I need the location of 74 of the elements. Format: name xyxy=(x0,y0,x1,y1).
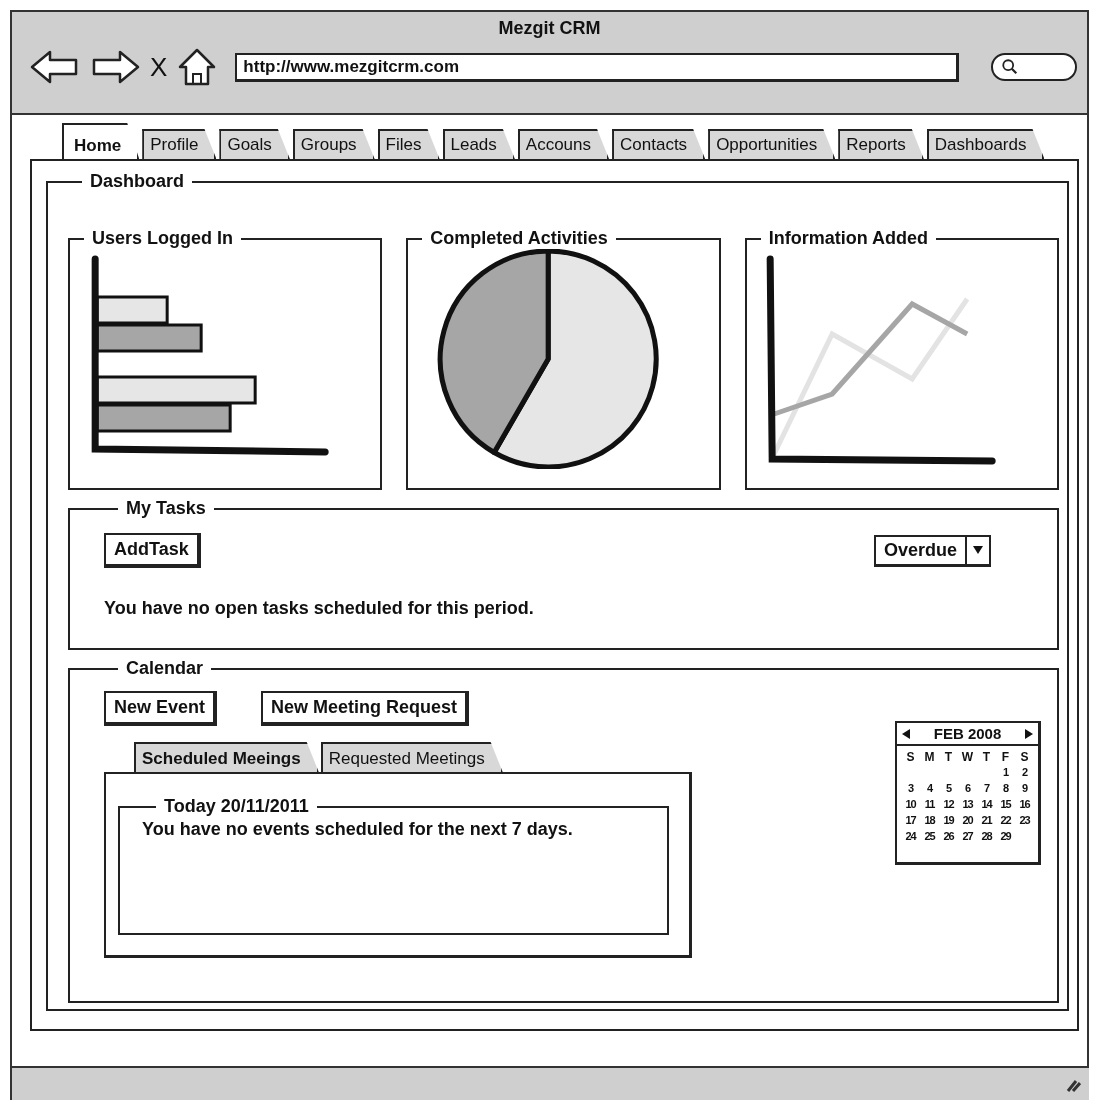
meetings-tab[interactable]: Requested Meetings xyxy=(320,742,503,772)
chart-title: Information Added xyxy=(767,228,929,249)
day-number[interactable]: 19 xyxy=(939,813,958,828)
day-number[interactable]: 17 xyxy=(901,813,920,828)
weekday-label: M xyxy=(923,750,936,764)
nav-tab[interactable]: Reports xyxy=(838,129,924,159)
empty-tasks-message: You have no open tasks scheduled for this period. xyxy=(104,598,535,619)
add-task-button[interactable]: AddTask xyxy=(104,533,201,568)
day-number[interactable]: 22 xyxy=(996,813,1015,828)
empty-events-message: You have no events scheduled for the next 7 days. xyxy=(142,819,574,840)
day-number[interactable]: 24 xyxy=(901,829,920,844)
day-number[interactable]: 23 xyxy=(1015,813,1034,828)
caret-icon xyxy=(972,545,984,555)
nav-tab[interactable]: Dashboards xyxy=(926,129,1045,159)
panel-title: My Tasks xyxy=(125,498,207,519)
weekday-label: T xyxy=(981,750,992,764)
day-number[interactable]: 15 xyxy=(996,797,1015,812)
next-month-icon[interactable] xyxy=(1024,727,1034,740)
day-number[interactable]: 10 xyxy=(901,797,920,812)
day-number[interactable]: 29 xyxy=(996,829,1015,844)
day-number[interactable]: 27 xyxy=(958,829,977,844)
filter-dropdown[interactable]: Overdue xyxy=(873,534,991,567)
weekday-label: W xyxy=(960,750,975,764)
day-number[interactable]: 21 xyxy=(977,813,996,828)
day-number[interactable]: 16 xyxy=(1015,797,1034,812)
nav-tab[interactable]: Leads xyxy=(442,129,515,159)
weekday-label: S xyxy=(1019,750,1030,764)
day-number[interactable]: 8 xyxy=(996,781,1015,796)
nav-tab[interactable]: Accouns xyxy=(517,129,610,159)
home-icon[interactable] xyxy=(177,47,218,87)
nav-tab[interactable]: Home xyxy=(62,123,140,159)
weekday-label: F xyxy=(1000,750,1011,764)
day-number[interactable]: 7 xyxy=(977,781,996,796)
day-number[interactable]: 11 xyxy=(920,797,939,812)
day-number[interactable]: 12 xyxy=(939,797,958,812)
calendar-button[interactable]: New Event xyxy=(104,691,218,726)
chart-title: Users Logged In xyxy=(91,228,235,249)
day-number[interactable]: 5 xyxy=(939,781,958,796)
weekday-label: T xyxy=(943,750,954,764)
day-number[interactable]: 25 xyxy=(920,829,939,844)
day-number[interactable]: 26 xyxy=(939,829,958,844)
weekday-label: S xyxy=(905,750,916,764)
day-number[interactable]: 28 xyxy=(977,829,996,844)
day-number[interactable]: 2 xyxy=(1015,765,1034,780)
panel-title: Calendar xyxy=(125,658,205,679)
nav-tab[interactable]: Files xyxy=(377,129,440,159)
day-number[interactable]: 4 xyxy=(920,781,939,796)
calendar-button[interactable]: New Meeting Request xyxy=(261,691,470,726)
nav-tab[interactable]: Opportunities xyxy=(708,129,836,159)
nav-tab[interactable]: Profile xyxy=(142,129,217,159)
day-number[interactable]: 6 xyxy=(958,781,977,796)
panel-title: Dashboard xyxy=(89,171,186,192)
forward-arrow-icon[interactable] xyxy=(90,49,140,85)
nav-tab[interactable]: Goals xyxy=(219,129,290,159)
day-number[interactable]: 18 xyxy=(920,813,939,828)
day-title: Today 20/11/2011 xyxy=(163,796,310,817)
previous-month-icon[interactable] xyxy=(901,727,911,740)
day-number[interactable]: 14 xyxy=(977,797,996,812)
nav-tab[interactable]: Groups xyxy=(292,129,375,159)
nav-tab[interactable]: Contacts xyxy=(612,129,706,159)
chart-title: Completed Activities xyxy=(429,228,609,249)
window-title: Mezgit CRM xyxy=(497,17,602,39)
stop-button[interactable]: X xyxy=(150,51,168,83)
day-number[interactable]: 20 xyxy=(958,813,977,828)
search-icon xyxy=(1001,58,1019,76)
day-number[interactable]: 1 xyxy=(996,765,1015,780)
address-field[interactable]: http://www.mezgitcrm.com xyxy=(235,52,959,82)
day-number[interactable]: 3 xyxy=(901,781,920,796)
day-number[interactable]: 13 xyxy=(958,797,977,812)
search-field[interactable] xyxy=(991,53,1077,81)
meetings-tab[interactable]: Scheduled Meeings xyxy=(134,742,319,772)
month-label: FEB 2008 xyxy=(933,725,1002,742)
day-number[interactable]: 9 xyxy=(1015,781,1034,796)
back-arrow-icon[interactable] xyxy=(30,49,80,85)
